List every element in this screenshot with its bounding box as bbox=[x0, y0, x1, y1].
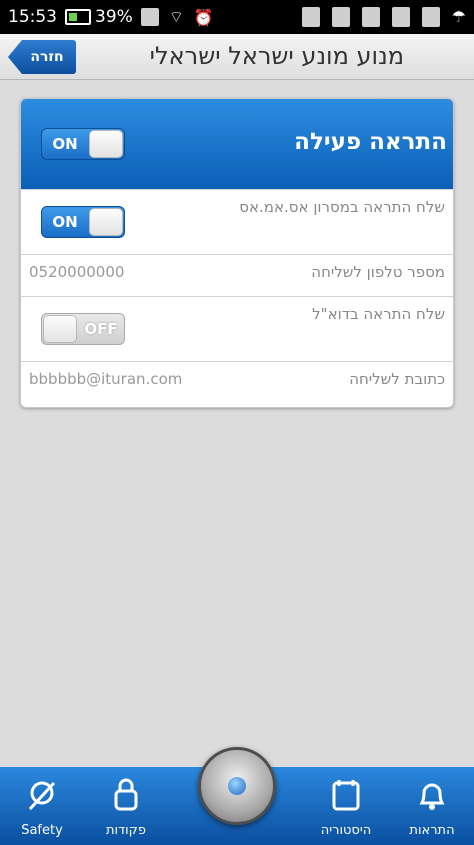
wifi-icon: ⌔ bbox=[168, 7, 184, 26]
toggle-knob bbox=[89, 130, 123, 158]
nav-label: היסטוריה bbox=[320, 823, 372, 838]
nav-item-commands[interactable]: פקודות bbox=[84, 775, 168, 838]
status-bar: 15:53 39% ⌔ ⏰ ☂ bbox=[0, 0, 474, 34]
nav-label: Safety bbox=[21, 823, 63, 838]
sms-alert-toggle[interactable]: ON bbox=[41, 206, 125, 238]
status-time: 15:53 bbox=[8, 7, 57, 27]
sms-alert-row: שלח התראה במסרון אס.אמ.אס ON bbox=[21, 189, 453, 254]
app-header: חזרה מנוע מונע ישראל ישראלי bbox=[0, 34, 474, 80]
nav-item-safety[interactable]: Safety bbox=[0, 775, 84, 838]
battery-percent: 39% bbox=[95, 7, 133, 27]
alert-settings-card: התראה פעילה ON שלח התראה במסרון אס.אמ.אס… bbox=[20, 98, 454, 408]
sim-icon bbox=[301, 7, 320, 27]
toggle-label: OFF bbox=[84, 320, 118, 338]
signal-icon bbox=[140, 8, 159, 26]
lock-icon bbox=[106, 775, 146, 815]
alarm-icon: ⏰ bbox=[193, 7, 214, 27]
card-title: התראה פעילה bbox=[294, 129, 447, 155]
bell-icon bbox=[412, 775, 452, 815]
email-alert-toggle[interactable]: OFF bbox=[41, 313, 125, 345]
edit-icon bbox=[391, 7, 410, 27]
toggle-label: ON bbox=[52, 213, 78, 231]
email-address-row[interactable]: כתובת לשליחה bbbbbb@ituran.com bbox=[21, 361, 453, 407]
back-button[interactable]: חזרה bbox=[8, 40, 76, 74]
toggle-knob bbox=[89, 208, 123, 236]
sms-alert-label: שלח התראה במסרון אס.אמ.אס bbox=[239, 198, 445, 216]
email-alert-row: שלח התראה בדוא"ל OFF bbox=[21, 296, 453, 361]
toggle-knob bbox=[43, 315, 77, 343]
history-icon bbox=[326, 775, 366, 815]
email-alert-label: שלח התראה בדוא"ל bbox=[312, 305, 445, 323]
nav-item-alerts[interactable]: התראות bbox=[390, 775, 474, 838]
email-address-value[interactable]: bbbbbb@ituran.com bbox=[29, 370, 182, 388]
page-title: מנוע מונע ישראל ישראלי bbox=[149, 42, 404, 70]
toggle-label: ON bbox=[52, 135, 78, 153]
email-address-label: כתובת לשליחה bbox=[349, 370, 445, 388]
nav-label: התראות bbox=[409, 823, 455, 838]
home-button[interactable] bbox=[198, 747, 276, 825]
notification-icon bbox=[331, 7, 350, 27]
phone-row[interactable]: מספר טלפון לשליחה 0520000000 bbox=[21, 254, 453, 296]
alert-active-toggle[interactable]: ON bbox=[41, 128, 125, 160]
safety-icon bbox=[22, 775, 62, 815]
card-header: התראה פעילה ON bbox=[21, 99, 453, 189]
nav-item-history[interactable]: היסטוריה bbox=[304, 775, 388, 838]
edit-icon-2 bbox=[421, 7, 440, 27]
home-dot-icon bbox=[228, 777, 246, 795]
phone-value[interactable]: 0520000000 bbox=[29, 263, 124, 281]
umbrella-icon: ☂ bbox=[451, 7, 466, 26]
phone-label: מספר טלפון לשליחה bbox=[311, 263, 445, 281]
nav-label: פקודות bbox=[105, 823, 147, 838]
document-icon bbox=[361, 7, 380, 27]
battery-icon bbox=[65, 9, 91, 25]
